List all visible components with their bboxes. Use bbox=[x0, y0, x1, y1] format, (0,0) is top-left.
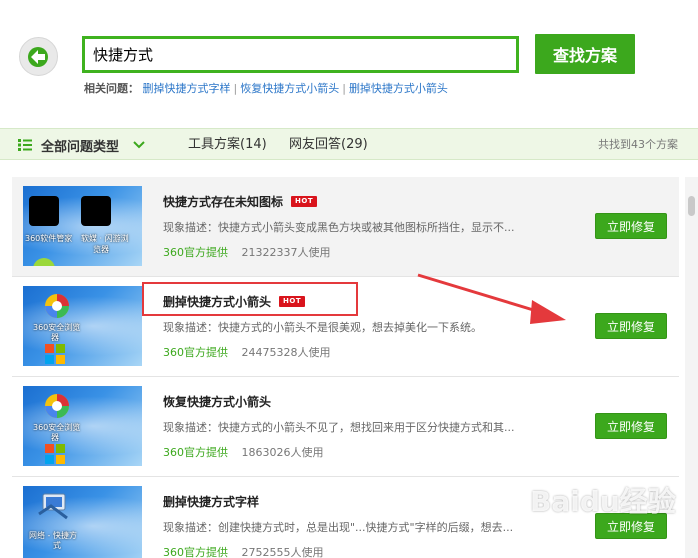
item-meta: 360官方提供 2752555人使用 bbox=[163, 544, 324, 558]
separator: | bbox=[233, 82, 238, 95]
item-usage: 21322337人使用 bbox=[241, 246, 331, 259]
item-usage: 1863026人使用 bbox=[241, 446, 324, 459]
item-meta: 360官方提供 24475328人使用 bbox=[163, 344, 331, 360]
back-button[interactable] bbox=[19, 37, 58, 76]
item-meta: 360官方提供 21322337人使用 bbox=[163, 244, 331, 260]
chevron-down-icon bbox=[133, 141, 145, 149]
arrow-left-icon bbox=[27, 46, 48, 67]
list-item[interactable]: 360安全浏览 器 恢复快捷方式小箭头 现象描述：快捷方式的小箭头不见了，想找回… bbox=[12, 377, 679, 477]
browser-icon bbox=[45, 394, 69, 418]
fix-now-button[interactable]: 立即修复 bbox=[595, 513, 667, 539]
item-description: 现象描述：快捷方式的小箭头不见了，想找回来用于区分快捷方式和其... bbox=[163, 421, 515, 434]
related-link[interactable]: 恢复快捷方式小箭头 bbox=[240, 82, 339, 95]
filter-all-types[interactable]: 全部问题类型 bbox=[18, 129, 145, 161]
item-usage: 2752555人使用 bbox=[241, 546, 324, 558]
related-link[interactable]: 删掉快捷方式字样 bbox=[143, 82, 231, 95]
related-questions: 相关问题： 删掉快捷方式字样 | 恢复快捷方式小箭头 | 删掉快捷方式小箭头 bbox=[84, 80, 448, 96]
item-description: 现象描述：创建快捷方式时，总是出现"...快捷方式"字样的后缀，想去... bbox=[163, 521, 514, 534]
network-icon bbox=[38, 493, 68, 520]
browser-icon bbox=[45, 294, 69, 318]
item-title[interactable]: 快捷方式存在未知图标 HOT bbox=[163, 193, 318, 210]
hot-badge: HOT bbox=[291, 196, 318, 207]
item-thumbnail: 360安全浏览 器 bbox=[23, 286, 142, 366]
fix-now-button[interactable]: 立即修复 bbox=[595, 413, 667, 439]
list-icon bbox=[18, 139, 32, 151]
list-item[interactable]: 网络 - 快捷方 式 删掉快捷方式字样 现象描述：创建快捷方式时，总是出现"..… bbox=[12, 477, 679, 558]
item-description: 现象描述：快捷方式的小箭头不是很美观，想去掉美化一下系统。 bbox=[163, 321, 482, 334]
item-title-text: 恢复快捷方式小箭头 bbox=[163, 395, 272, 409]
app-icon bbox=[81, 196, 111, 226]
annotation-highlight-box bbox=[142, 282, 358, 316]
fix-now-button[interactable]: 立即修复 bbox=[595, 313, 667, 339]
thumb-caption: 式 bbox=[53, 541, 61, 550]
item-title-text: 删掉快捷方式字样 bbox=[163, 495, 260, 509]
result-count: 共找到43个方案 bbox=[598, 138, 678, 151]
item-thumbnail: 360安全浏览 器 bbox=[23, 386, 142, 466]
item-thumbnail: 360软件管家 软媒 · 闪游浏 览器 bbox=[23, 186, 142, 266]
item-title-text: 快捷方式存在未知图标 bbox=[163, 195, 284, 209]
item-source: 360官方提供 bbox=[163, 246, 228, 259]
scrollbar-thumb[interactable] bbox=[688, 196, 695, 216]
thumb-caption: 器 bbox=[51, 433, 59, 442]
search-input[interactable] bbox=[82, 36, 519, 73]
thumb-caption: 器 bbox=[51, 333, 59, 342]
windows-logo-icon bbox=[45, 444, 65, 464]
fix-now-button[interactable]: 立即修复 bbox=[595, 213, 667, 239]
thumb-caption: 360软件管家 bbox=[25, 234, 73, 243]
tab-user-answers[interactable]: 网友回答(29) bbox=[289, 129, 368, 161]
item-meta: 360官方提供 1863026人使用 bbox=[163, 444, 324, 460]
windows-logo-icon bbox=[45, 344, 65, 364]
thumb-caption: 软媒 · 闪游浏 bbox=[81, 234, 129, 243]
item-thumbnail: 网络 - 快捷方 式 bbox=[23, 486, 142, 558]
app-icon bbox=[33, 258, 55, 266]
item-usage: 24475328人使用 bbox=[241, 346, 331, 359]
item-source: 360官方提供 bbox=[163, 446, 228, 459]
filter-all-label: 全部问题类型 bbox=[41, 139, 120, 155]
thumb-caption: 览器 bbox=[93, 245, 109, 254]
results-scrollbar[interactable] bbox=[685, 177, 698, 558]
tab-tool-solutions[interactable]: 工具方案(14) bbox=[188, 129, 267, 161]
item-title[interactable]: 恢复快捷方式小箭头 bbox=[163, 393, 271, 410]
list-item[interactable]: 360软件管家 软媒 · 闪游浏 览器 快捷方式存在未知图标 HOT 现象描述：… bbox=[12, 177, 679, 277]
item-description: 现象描述：快捷方式小箭头变成黑色方块或被其他图标所挡住，显示不... bbox=[163, 221, 515, 234]
related-link[interactable]: 删掉快捷方式小箭头 bbox=[349, 82, 448, 95]
item-source: 360官方提供 bbox=[163, 346, 228, 359]
results-list: 360软件管家 软媒 · 闪游浏 览器 快捷方式存在未知图标 HOT 现象描述：… bbox=[12, 177, 679, 558]
separator: | bbox=[342, 82, 346, 95]
item-title[interactable]: 删掉快捷方式字样 bbox=[163, 493, 259, 510]
app-icon bbox=[29, 196, 59, 226]
item-source: 360官方提供 bbox=[163, 546, 228, 558]
filter-bar: 全部问题类型 工具方案(14) 网友回答(29) 共找到43个方案 bbox=[0, 128, 698, 160]
related-label: 相关问题： bbox=[84, 82, 139, 95]
search-button[interactable]: 查找方案 bbox=[535, 34, 635, 74]
